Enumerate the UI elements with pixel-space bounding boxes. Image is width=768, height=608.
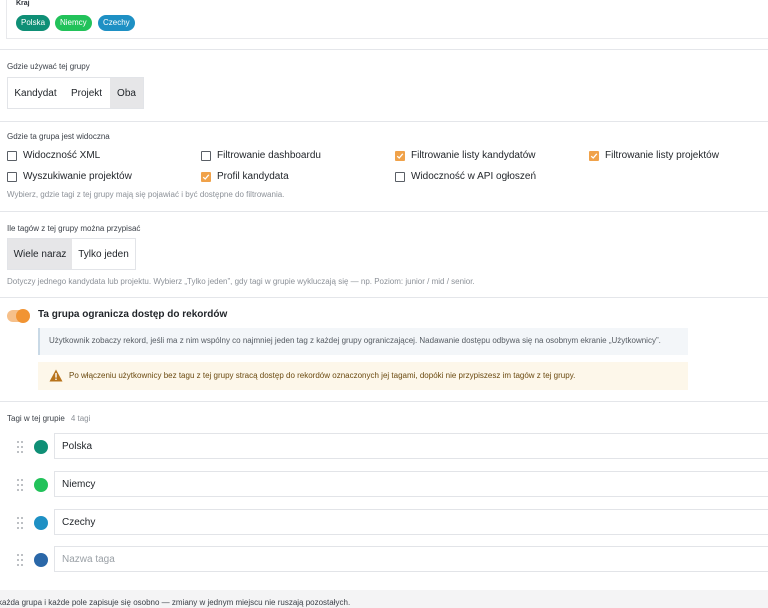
footer-note: każda grupa i każde pole zapisuje się os… <box>0 598 351 607</box>
divider <box>0 297 768 298</box>
checkbox-box[interactable] <box>395 171 405 182</box>
checkbox-box[interactable] <box>7 150 17 161</box>
checkbox-widocznosc-xml[interactable]: Widoczność XML <box>7 150 100 161</box>
check-icon <box>202 173 210 180</box>
checkbox-label: Widoczność w API ogłoszeń <box>411 171 537 182</box>
checkbox-label: Filtrowanie dashboardu <box>217 150 321 161</box>
checkbox-filtrowanie-listy-projektow[interactable]: Filtrowanie listy projektów <box>589 150 719 161</box>
drag-handle-icon[interactable] <box>17 517 23 529</box>
checkbox-label: Filtrowanie listy projektów <box>605 150 719 161</box>
checkbox-box[interactable] <box>395 150 405 161</box>
check-icon <box>396 152 404 159</box>
multiplicity-option-jeden[interactable]: Tylko jeden <box>72 239 135 269</box>
checkbox-box[interactable] <box>201 150 211 161</box>
drag-handle-icon <box>17 554 23 566</box>
new-tag-color-swatch[interactable] <box>34 553 48 567</box>
restrict-toggle[interactable] <box>7 309 30 323</box>
drag-handle-icon[interactable] <box>17 479 23 491</box>
checkbox-label: Filtrowanie listy kandydatów <box>411 150 536 161</box>
kraj-card: Kraj Polska Niemcy Czechy <box>6 0 768 39</box>
usage-segmented: Kandydat Projekt Oba <box>7 77 144 109</box>
usage-option-projekt[interactable]: Projekt <box>63 78 110 108</box>
tag-group-settings-panel: Kraj Polska Niemcy Czechy Gdzie używać t… <box>0 0 768 590</box>
multiplicity-label: Ile tagów z tej grupy można przypisać <box>7 224 141 233</box>
tag-row: Niemcy <box>0 466 768 504</box>
tag-row: Czechy <box>0 504 768 542</box>
chip-niemcy[interactable]: Niemcy <box>55 15 92 31</box>
divider <box>0 401 768 402</box>
toggle-knob <box>16 309 30 323</box>
checkbox-profil-kandydata[interactable]: Profil kandydata <box>201 171 289 182</box>
tag-row: Polska <box>0 428 768 466</box>
check-icon <box>590 152 598 159</box>
warning-icon <box>49 369 63 382</box>
restrict-label: Ta grupa ogranicza dostęp do rekordów <box>38 309 228 320</box>
checkbox-label: Profil kandydata <box>217 171 289 182</box>
new-tag-row: Nazwa taga <box>0 541 768 579</box>
warning-text: Po włączeniu użytkownicy bez tagu z tej … <box>69 371 576 380</box>
tags-count: 4 tagi <box>70 414 91 423</box>
restrict-warning: Po włączeniu użytkownicy bez tagu z tej … <box>38 362 688 390</box>
tags-label: Tagi w tej grupie <box>7 414 65 423</box>
divider <box>0 121 768 122</box>
checkbox-label: Widoczność XML <box>23 150 101 161</box>
multiplicity-option-wiele[interactable]: Wiele naraz <box>8 239 72 269</box>
tag-color-swatch[interactable] <box>34 478 48 492</box>
tag-name-input[interactable]: Niemcy <box>54 471 768 497</box>
restrict-info: Użytkownik zobaczy rekord, jeśli ma z ni… <box>38 328 688 355</box>
visibility-hint: Wybierz, gdzie tagi z tej grupy mają się… <box>7 190 285 199</box>
chip-czechy[interactable]: Czechy <box>98 15 135 31</box>
checkbox-wyszukiwanie-projektow[interactable]: Wyszukiwanie projektów <box>7 171 132 182</box>
checkbox-filtrowanie-listy-kandydatow[interactable]: Filtrowanie listy kandydatów <box>395 150 536 161</box>
multiplicity-segmented: Wiele naraz Tylko jeden <box>7 238 136 270</box>
multiplicity-hint: Dotyczy jednego kandydata lub projektu. … <box>7 277 475 286</box>
checkbox-label: Wyszukiwanie projektów <box>23 171 132 182</box>
chip-polska[interactable]: Polska <box>16 15 51 31</box>
divider <box>0 49 768 50</box>
divider <box>0 211 768 212</box>
new-tag-name-input[interactable]: Nazwa taga <box>54 546 768 572</box>
usage-option-kandydat[interactable]: Kandydat <box>8 78 63 108</box>
tag-name-input[interactable]: Polska <box>54 433 768 459</box>
tags-header: Tagi w tej grupie 4 tagi <box>7 414 90 423</box>
usage-option-oba[interactable]: Oba <box>110 78 143 108</box>
checkbox-box[interactable] <box>201 171 211 182</box>
visibility-label: Gdzie ta grupa jest widoczna <box>7 132 110 141</box>
drag-handle-icon[interactable] <box>17 441 23 453</box>
kraj-label: Kraj <box>16 0 30 7</box>
checkbox-box[interactable] <box>589 150 599 161</box>
tag-color-swatch[interactable] <box>34 516 48 530</box>
tag-color-swatch[interactable] <box>34 440 48 454</box>
checkbox-widocznosc-api[interactable]: Widoczność w API ogłoszeń <box>395 171 536 182</box>
usage-label: Gdzie używać tej grupy <box>7 62 90 71</box>
tag-name-input[interactable]: Czechy <box>54 509 768 535</box>
checkbox-filtrowanie-dashboardu[interactable]: Filtrowanie dashboardu <box>201 150 321 161</box>
checkbox-box[interactable] <box>7 171 17 182</box>
